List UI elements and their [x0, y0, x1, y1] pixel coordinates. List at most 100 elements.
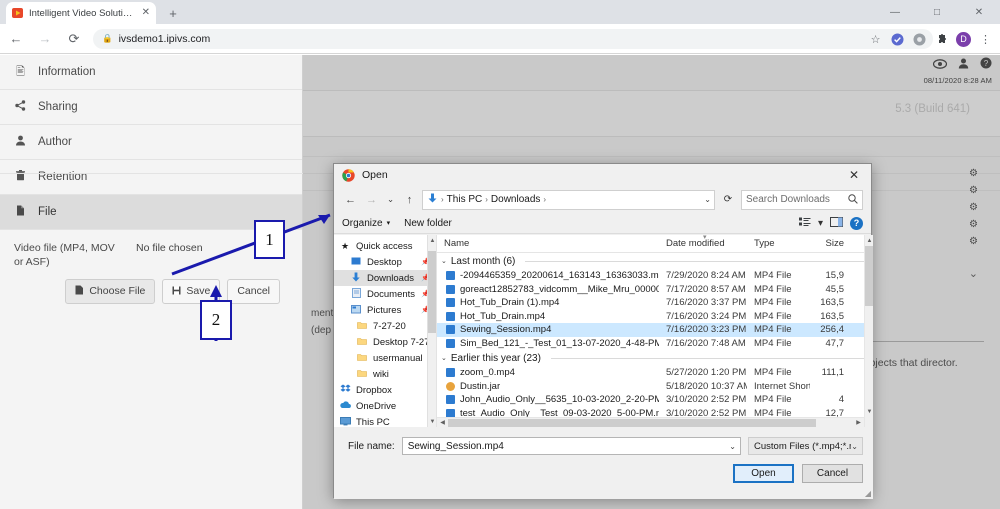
breadcrumb-caret-icon[interactable]: ⌄ — [704, 195, 711, 204]
open-button[interactable]: Open — [733, 464, 794, 483]
sidebar-item-author[interactable]: Author — [0, 125, 302, 160]
table-row-selected[interactable]: Sewing_Session.mp4 7/16/2020 3:23 PM MP4… — [437, 323, 873, 337]
chevron-down-icon[interactable]: ⌄ — [969, 267, 978, 280]
nav-pane-scrollbar[interactable]: ▲ ▼ — [427, 235, 436, 427]
gear-column: ⚙ ⚙ ⚙ ⚙ ⚙ — [969, 165, 978, 250]
scroll-down-icon[interactable]: ▼ — [865, 406, 873, 417]
nav-item-dropbox[interactable]: Dropbox — [334, 382, 436, 398]
resize-grip-icon[interactable]: ◢ — [865, 489, 871, 498]
scroll-left-icon[interactable]: ◀ — [437, 418, 448, 428]
table-row[interactable]: Hot_Tub_Drain.mp4 7/16/2020 3:24 PM MP4 … — [437, 310, 873, 324]
gear-icon[interactable]: ⚙ — [969, 165, 978, 182]
nav-item-quick-access[interactable]: ★ Quick access — [334, 238, 436, 254]
table-row[interactable]: John_Audio_Only__5635_10-03-2020_2-20-PM… — [437, 393, 873, 407]
extension-check-icon[interactable] — [887, 29, 908, 50]
column-header-date-modified[interactable]: ▾ Date modified — [659, 235, 747, 249]
table-row[interactable]: goreact12852783_vidcomm__Mike_Mru_000008… — [437, 283, 873, 297]
puzzle-icon[interactable] — [931, 29, 952, 50]
help-icon[interactable]: ? — [980, 57, 992, 72]
file-name: Hot_Tub_Drain (1).mp4 — [460, 297, 560, 309]
breadcrumb-downloads[interactable]: Downloads — [491, 194, 540, 205]
browser-menu-icon[interactable]: ⋮ — [975, 29, 996, 50]
column-header-size[interactable]: Size — [810, 238, 850, 249]
eye-icon[interactable] — [932, 58, 948, 72]
nav-item-label: usermanual — [373, 352, 423, 364]
file-list-horizontal-scrollbar[interactable]: ◀ ▶ — [437, 417, 864, 427]
dialog-cancel-button[interactable]: Cancel — [802, 464, 863, 483]
file-group-header[interactable]: ⌄ Earlier this year (23) — [437, 350, 873, 366]
nav-item-onedrive[interactable]: OneDrive — [334, 398, 436, 414]
dialog-back-icon[interactable]: ← — [342, 190, 359, 210]
close-icon[interactable]: ✕ — [142, 8, 150, 18]
minimize-icon[interactable]: — — [874, 0, 916, 24]
extension-circle-icon[interactable] — [909, 29, 930, 50]
file-type-filter-select[interactable]: Custom Files (*.mp4;*.mov;*.as ⌄ — [748, 437, 863, 455]
table-row[interactable]: zoom_0.mp4 5/27/2020 1:20 PM MP4 File 11… — [437, 366, 873, 380]
search-box[interactable]: Search Downloads — [741, 189, 863, 210]
browser-tab[interactable]: Intelligent Video Solutions ✕ — [6, 2, 156, 24]
nav-item-folder-7-27-20[interactable]: 7-27-20 — [334, 318, 436, 334]
new-tab-button[interactable]: + — [164, 4, 182, 22]
file-name-input[interactable]: Sewing_Session.mp4 ⌄ — [401, 437, 741, 455]
breadcrumb[interactable]: › This PC › Downloads › ⌄ — [422, 189, 715, 210]
nav-item-folder-desktop-7-27-20[interactable]: Desktop 7-27-20 — [334, 334, 436, 350]
column-header-type[interactable]: Type — [747, 238, 810, 249]
file-group-label: Earlier this year (23) — [450, 352, 541, 364]
maximize-icon[interactable]: □ — [916, 0, 958, 24]
preview-pane-icon[interactable] — [830, 216, 843, 230]
sidebar-item-retention[interactable]: Retention — [0, 160, 302, 195]
choose-file-button[interactable]: Choose File — [65, 279, 156, 304]
table-row[interactable]: Dustin.jar 5/18/2020 10:37 AM Internet S… — [437, 380, 873, 394]
view-list-icon[interactable] — [798, 217, 811, 230]
window-close-icon[interactable]: ✕ — [958, 0, 1000, 24]
dialog-up-icon[interactable]: ↑ — [401, 190, 418, 210]
address-bar[interactable]: 🔒 ivsdemo1.ipivs.com — [93, 28, 933, 49]
annotation-marker-1: 1 — [254, 220, 285, 259]
column-header-name[interactable]: Name — [437, 238, 659, 249]
chevron-down-icon[interactable]: ⌄ — [729, 442, 736, 451]
gear-icon[interactable]: ⚙ — [969, 216, 978, 233]
nav-item-pictures[interactable]: Pictures 📌 — [334, 302, 436, 318]
dialog-forward-icon[interactable]: → — [363, 190, 380, 210]
gear-icon[interactable]: ⚙ — [969, 233, 978, 250]
help-icon[interactable]: ? — [850, 216, 863, 230]
organize-button[interactable]: Organize ▾ — [342, 218, 390, 229]
user-icon[interactable] — [958, 58, 969, 72]
browser-toolbar: ← → ⟳ 🔒 ivsdemo1.ipivs.com — [0, 24, 1000, 54]
reload-icon[interactable]: ⟳ — [61, 26, 87, 52]
table-row[interactable]: -2094465359_20200614_163143_16363033.mp4… — [437, 269, 873, 283]
bookmark-star-icon[interactable]: ☆ — [865, 29, 886, 50]
forward-icon[interactable]: → — [32, 26, 58, 52]
nav-item-folder-wiki[interactable]: wiki — [334, 366, 436, 382]
nav-item-this-pc[interactable]: This PC — [334, 414, 436, 427]
profile-avatar[interactable]: D — [953, 29, 974, 50]
scroll-down-icon[interactable]: ▼ — [428, 416, 436, 427]
nav-item-desktop[interactable]: Desktop 📌 — [334, 254, 436, 270]
scrollbar-thumb[interactable] — [428, 251, 436, 333]
file-list-vertical-scrollbar[interactable]: ▲ ▼ — [864, 235, 873, 427]
dialog-close-icon[interactable]: ✕ — [837, 164, 871, 186]
gear-icon[interactable]: ⚙ — [969, 199, 978, 216]
refresh-icon[interactable]: ⟳ — [719, 194, 737, 205]
table-row[interactable]: Hot_Tub_Drain (1).mp4 7/16/2020 3:37 PM … — [437, 296, 873, 310]
recent-locations-icon[interactable]: ⌄ — [384, 190, 397, 210]
view-caret-icon[interactable]: ▾ — [818, 218, 823, 229]
sidebar-item-sharing[interactable]: Sharing — [0, 90, 302, 125]
nav-item-downloads[interactable]: Downloads 📌 — [334, 270, 436, 286]
chevron-down-icon[interactable]: ⌄ — [851, 442, 858, 451]
cancel-button[interactable]: Cancel — [227, 279, 280, 304]
table-row[interactable]: Sim_Bed_121_-_Test_01_13-07-2020_4-48-PM… — [437, 337, 873, 351]
scrollbar-thumb[interactable] — [865, 246, 873, 306]
scroll-up-icon[interactable]: ▲ — [428, 235, 436, 246]
sidebar-item-information[interactable]: 🖹 Information — [0, 55, 302, 90]
gear-icon[interactable]: ⚙ — [969, 182, 978, 199]
file-group-header[interactable]: ⌄ Last month (6) — [437, 253, 873, 269]
nav-item-folder-usermanual[interactable]: usermanual — [334, 350, 436, 366]
breadcrumb-this-pc[interactable]: This PC — [447, 194, 483, 205]
nav-item-documents[interactable]: Documents 📌 — [334, 286, 436, 302]
scrollbar-thumb[interactable] — [448, 419, 816, 427]
back-icon[interactable]: ← — [3, 26, 29, 52]
new-folder-button[interactable]: New folder — [404, 218, 452, 229]
scroll-right-icon[interactable]: ▶ — [853, 418, 864, 428]
scroll-up-icon[interactable]: ▲ — [865, 235, 873, 246]
